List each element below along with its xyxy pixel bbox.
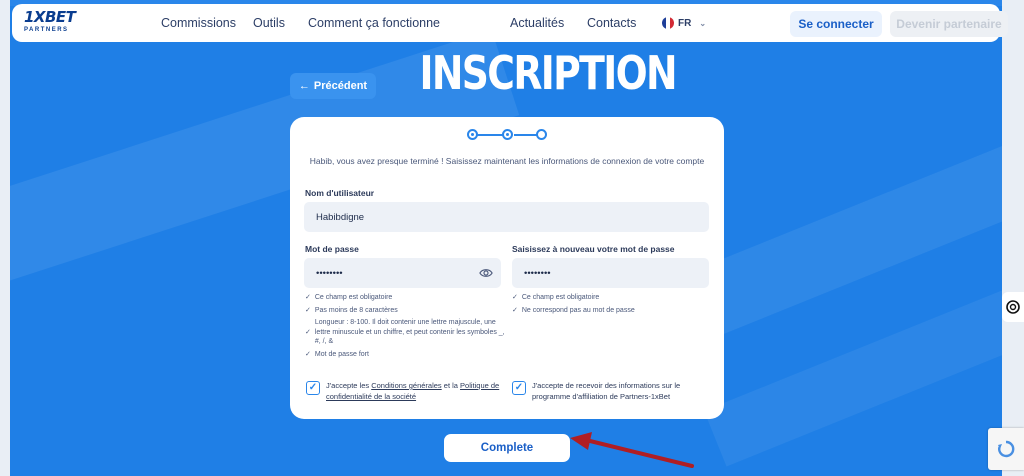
logo-sub: PARTNERS [24, 27, 69, 33]
password-rule: ✓ Pas moins de 8 caractères [305, 306, 505, 316]
newsletter-checkbox[interactable]: ✓ [512, 381, 526, 395]
rule-text: Ce champ est obligatoire [314, 294, 393, 301]
check-icon: ✓ [305, 294, 311, 301]
newsletter-agreement: ✓ J'accepte de recevoir des informations… [512, 381, 708, 402]
newsletter-text: J'accepte de recevoir des informations s… [532, 381, 681, 401]
check-icon: ✓ [512, 306, 518, 314]
nav-link-outils[interactable]: Outils [253, 16, 285, 30]
terms-prefix: J'accepte les [326, 381, 372, 390]
password-rule: ✓ Mot de passe fort [305, 350, 505, 360]
navbar: 1XBET PARTNERS Commissions Outils Commen… [12, 4, 1008, 42]
rule-text: Ne correspond pas au mot de passe [521, 306, 635, 314]
red-arrow-annotation [570, 432, 694, 468]
check-icon: ✓ [305, 350, 311, 358]
rule-text: Mot de passe fort [314, 350, 369, 358]
step-2-dot [502, 129, 513, 140]
rule-text: Longueur : 8-100. Il doit contenir une l… [314, 319, 505, 345]
registration-card: Habib, vous avez presque terminé ! Saisi… [290, 117, 724, 419]
password-rule: ✓ Longueur : 8-100. Il doit contenir une … [305, 318, 505, 347]
page-title: INSCRIPTION [419, 46, 677, 100]
confirm-password-value: •••••••• [524, 267, 551, 279]
stepper-line [514, 134, 538, 136]
step-1-dot [467, 129, 478, 140]
password-rule: ✓ Ce champ est obligatoire [305, 293, 505, 303]
check-icon: ✓ [305, 306, 311, 314]
intro-text: Habib, vous avez presque terminé ! Saisi… [309, 156, 705, 166]
language-code: FR [678, 17, 692, 29]
terms-agreement: ✓ J'accepte les Conditions générales et … [306, 381, 502, 402]
arrow-left-icon: ← [298, 80, 310, 92]
terms-mid: et la [441, 381, 461, 390]
right-edge [1002, 0, 1024, 476]
nav-link-commissions[interactable]: Commissions [161, 16, 236, 30]
step-3-dot [536, 129, 547, 140]
username-label: Nom d'utilisateur [305, 188, 375, 198]
confirm-rule: ✓ Ne correspond pas au mot de passe [512, 306, 712, 316]
rule-text: Ce champ est obligatoire [521, 294, 600, 301]
terms-text: J'accepte les Conditions générales et la… [326, 381, 502, 402]
previous-label: Précédent [313, 80, 368, 92]
login-button[interactable]: Se connecter [790, 11, 882, 37]
confirm-rules: ✓ Ce champ est obligatoire ✓ Ne correspond… [512, 293, 712, 318]
openai-icon[interactable] [1002, 292, 1024, 322]
complete-button[interactable]: Complete [444, 434, 570, 462]
nav-link-how-it-works[interactable]: Comment ça fonctionne [308, 16, 440, 30]
check-icon: ✓ [512, 294, 518, 301]
france-flag-icon [662, 17, 674, 29]
nav-link-contacts[interactable]: Contacts [587, 16, 636, 30]
left-edge [0, 0, 10, 476]
password-field[interactable]: •••••••• [304, 258, 501, 288]
stepper-line [477, 134, 503, 136]
password-value: •••••••• [316, 267, 343, 279]
password-label: Mot de passe [305, 244, 359, 254]
rule-text: Pas moins de 8 caractères [314, 306, 398, 314]
logo-main: 1XBET [24, 8, 76, 26]
username-field[interactable]: Habibdigne [304, 202, 709, 232]
terms-checkbox[interactable]: ✓ [306, 381, 320, 395]
password-rules: ✓ Ce champ est obligatoire ✓ Pas moins de … [305, 293, 505, 362]
language-selector[interactable]: FR ⌄ [662, 17, 706, 29]
confirm-rule: ✓ Ce champ est obligatoire [512, 293, 712, 303]
check-icon: ✓ [305, 329, 311, 336]
confirm-password-field[interactable]: •••••••• [512, 258, 709, 288]
become-partner-button[interactable]: Devenir partenaire [890, 11, 1008, 37]
recaptcha-icon [998, 440, 1015, 458]
progress-stepper [467, 129, 547, 141]
terms-conditions-link[interactable]: Conditions générales [371, 381, 441, 390]
recaptcha-badge[interactable] [988, 428, 1024, 470]
logo[interactable]: 1XBET PARTNERS [24, 8, 76, 34]
previous-button[interactable]: ← Précédent [290, 73, 376, 99]
nav-link-news[interactable]: Actualités [510, 16, 564, 30]
openai-logo-icon [1006, 300, 1020, 314]
username-value: Habibdigne [316, 211, 365, 223]
confirm-password-label: Saisissez à nouveau votre mot de passe [512, 244, 675, 254]
chevron-down-icon: ⌄ [699, 18, 707, 28]
eye-icon[interactable] [479, 266, 493, 280]
